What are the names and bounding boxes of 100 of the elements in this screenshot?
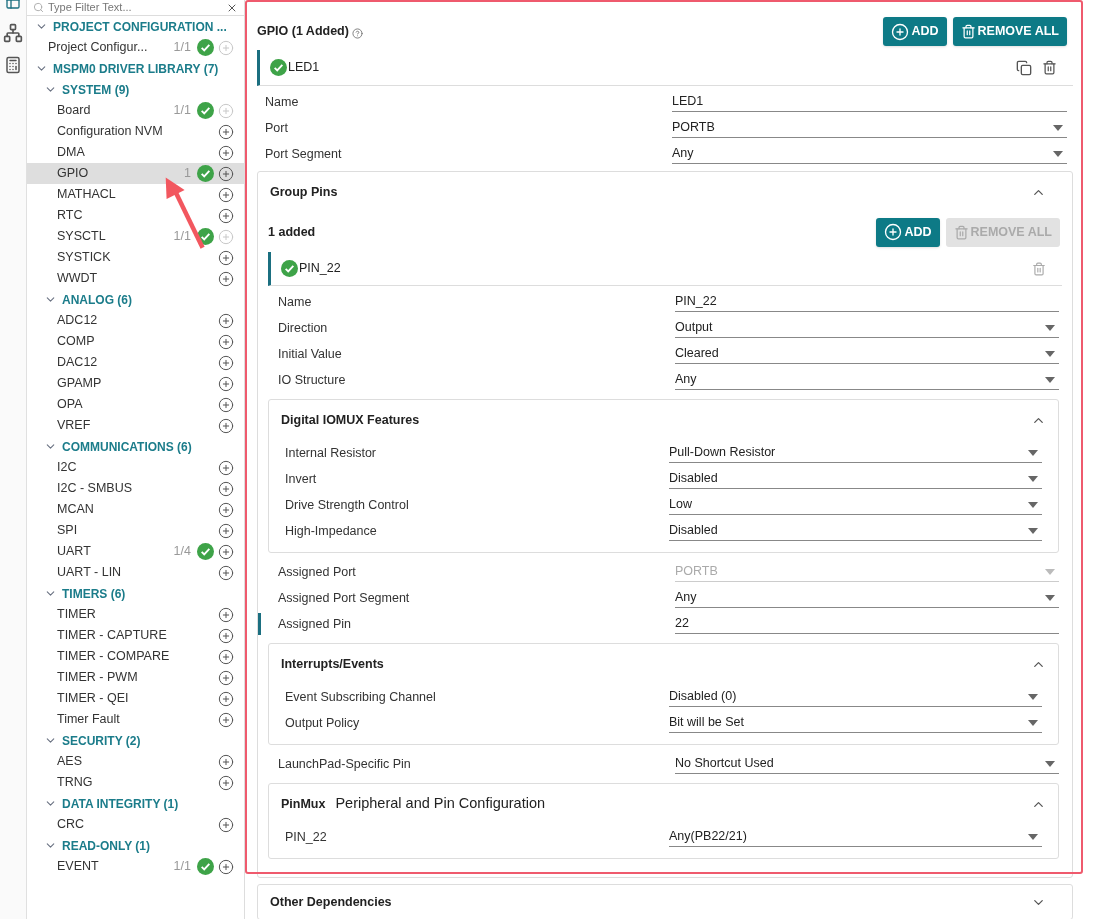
add-icon[interactable]: [218, 249, 234, 266]
caret-icon[interactable]: [1053, 124, 1063, 131]
caret-icon[interactable]: [1045, 760, 1055, 767]
caret-icon[interactable]: [1028, 449, 1038, 456]
add-button[interactable]: ADD: [876, 217, 940, 247]
add-icon[interactable]: [218, 669, 234, 686]
tree-item[interactable]: GPIO 1: [27, 163, 244, 184]
tree-item[interactable]: EVENT 1/1: [27, 856, 244, 877]
input-field[interactable]: LED1: [672, 92, 1067, 112]
add-icon[interactable]: [218, 186, 234, 203]
tree-item[interactable]: TRNG: [27, 772, 244, 793]
caret-icon[interactable]: [1028, 501, 1038, 508]
select-field[interactable]: Any: [675, 370, 1059, 390]
tree-item[interactable]: DMA: [27, 142, 244, 163]
select-field[interactable]: Disabled: [669, 521, 1042, 541]
add-icon[interactable]: [218, 564, 234, 581]
select-field[interactable]: PORTB: [672, 118, 1067, 138]
tree-item[interactable]: VREF: [27, 415, 244, 436]
select-field[interactable]: No Shortcut Used: [675, 754, 1059, 774]
tree-group-label[interactable]: PROJECT CONFIGURATION ...: [53, 17, 227, 36]
tree-item[interactable]: Board 1/1: [27, 100, 244, 121]
delete-icon[interactable]: [1042, 60, 1057, 75]
select-field[interactable]: Low: [669, 495, 1042, 515]
instance-name[interactable]: LED1: [288, 58, 1016, 77]
add-icon[interactable]: [218, 606, 234, 623]
add-icon[interactable]: [218, 354, 234, 371]
tree-group-label[interactable]: DATA INTEGRITY (1): [62, 794, 179, 813]
tree-item[interactable]: DAC12: [27, 352, 244, 373]
tree-item[interactable]: TIMER - CAPTURE: [27, 625, 244, 646]
tree-group-label[interactable]: MSPM0 DRIVER LIBRARY (7): [53, 59, 219, 78]
select-field[interactable]: Disabled (0): [669, 687, 1042, 707]
caret-icon[interactable]: [1028, 693, 1038, 700]
add-icon[interactable]: [218, 711, 234, 728]
select-field[interactable]: Disabled: [669, 469, 1042, 489]
add-icon[interactable]: [218, 543, 234, 560]
add-icon[interactable]: [218, 753, 234, 770]
tree-item[interactable]: Configuration NVM: [27, 121, 244, 142]
tree-item[interactable]: OPA: [27, 394, 244, 415]
tree-item[interactable]: MATHACL: [27, 184, 244, 205]
caret-icon[interactable]: [1045, 594, 1055, 601]
select-field[interactable]: Any(PB22/21): [669, 827, 1042, 847]
filter-field[interactable]: Type Filter Text...: [48, 0, 222, 15]
tree-group-label[interactable]: COMMUNICATIONS (6): [62, 437, 192, 456]
input-field[interactable]: 22: [675, 614, 1059, 634]
tree-item[interactable]: TIMER - COMPARE: [27, 646, 244, 667]
add-icon[interactable]: [218, 690, 234, 707]
add-icon[interactable]: [218, 312, 234, 329]
caret-icon[interactable]: [1045, 350, 1055, 357]
add-icon[interactable]: [218, 501, 234, 518]
select-field[interactable]: Output: [675, 318, 1059, 338]
section-title[interactable]: Group Pins: [270, 183, 1031, 202]
tree-item[interactable]: CRC: [27, 814, 244, 835]
add-icon[interactable]: [218, 123, 234, 140]
add-icon[interactable]: [218, 396, 234, 413]
select-field[interactable]: Any: [675, 588, 1059, 608]
tree-group-label[interactable]: TIMERS (6): [62, 584, 126, 603]
select-field[interactable]: Pull-Down Resistor: [669, 443, 1042, 463]
section-title[interactable]: Digital IOMUX Features: [281, 410, 420, 430]
section-title[interactable]: Other Dependencies: [270, 892, 1031, 912]
caret-icon[interactable]: [1028, 527, 1038, 534]
tree-item[interactable]: Project Configur... 1/1: [27, 37, 244, 58]
tree-item[interactable]: MCAN: [27, 499, 244, 520]
copy-icon[interactable]: [1016, 59, 1032, 76]
tree-group-label[interactable]: ANALOG (6): [62, 290, 132, 309]
select-field[interactable]: Any: [672, 144, 1067, 164]
caret-icon[interactable]: [1045, 376, 1055, 383]
add-icon[interactable]: [218, 774, 234, 791]
tree-group-label[interactable]: READ-ONLY (1): [62, 836, 150, 855]
add-icon[interactable]: [218, 480, 234, 497]
tree-item[interactable]: UART 1/4: [27, 541, 244, 562]
add-icon[interactable]: [218, 270, 234, 287]
caret-icon[interactable]: [1028, 833, 1038, 840]
tree-item[interactable]: I2C: [27, 457, 244, 478]
tree-item[interactable]: I2C - SMBUS: [27, 478, 244, 499]
calculator-icon[interactable]: [4, 56, 22, 74]
tree-item[interactable]: WWDT: [27, 268, 244, 289]
add-icon[interactable]: [218, 648, 234, 665]
tree-group-label[interactable]: SYSTEM (9): [62, 80, 130, 99]
tree-item[interactable]: COMP: [27, 331, 244, 352]
tree-item[interactable]: SYSTICK: [27, 247, 244, 268]
add-icon[interactable]: [218, 333, 234, 350]
tree-item[interactable]: TIMER: [27, 604, 244, 625]
add-icon[interactable]: [218, 144, 234, 161]
add-icon[interactable]: [218, 522, 234, 539]
select-field[interactable]: Bit will be Set: [669, 713, 1042, 733]
caret-icon[interactable]: [1028, 719, 1038, 726]
add-button[interactable]: ADD: [883, 17, 947, 46]
tree-item[interactable]: AES: [27, 751, 244, 772]
help-icon[interactable]: [351, 27, 363, 39]
add-icon[interactable]: [218, 858, 234, 875]
caret-icon[interactable]: [1028, 475, 1038, 482]
add-icon[interactable]: [218, 459, 234, 476]
network-icon[interactable]: [3, 23, 23, 43]
tree-item[interactable]: TIMER - PWM: [27, 667, 244, 688]
tree-item[interactable]: TIMER - QEI: [27, 688, 244, 709]
select-field[interactable]: Cleared: [675, 344, 1059, 364]
caret-icon[interactable]: [1045, 324, 1055, 331]
add-icon[interactable]: [218, 417, 234, 434]
add-icon[interactable]: [218, 375, 234, 392]
add-icon[interactable]: [218, 207, 234, 224]
